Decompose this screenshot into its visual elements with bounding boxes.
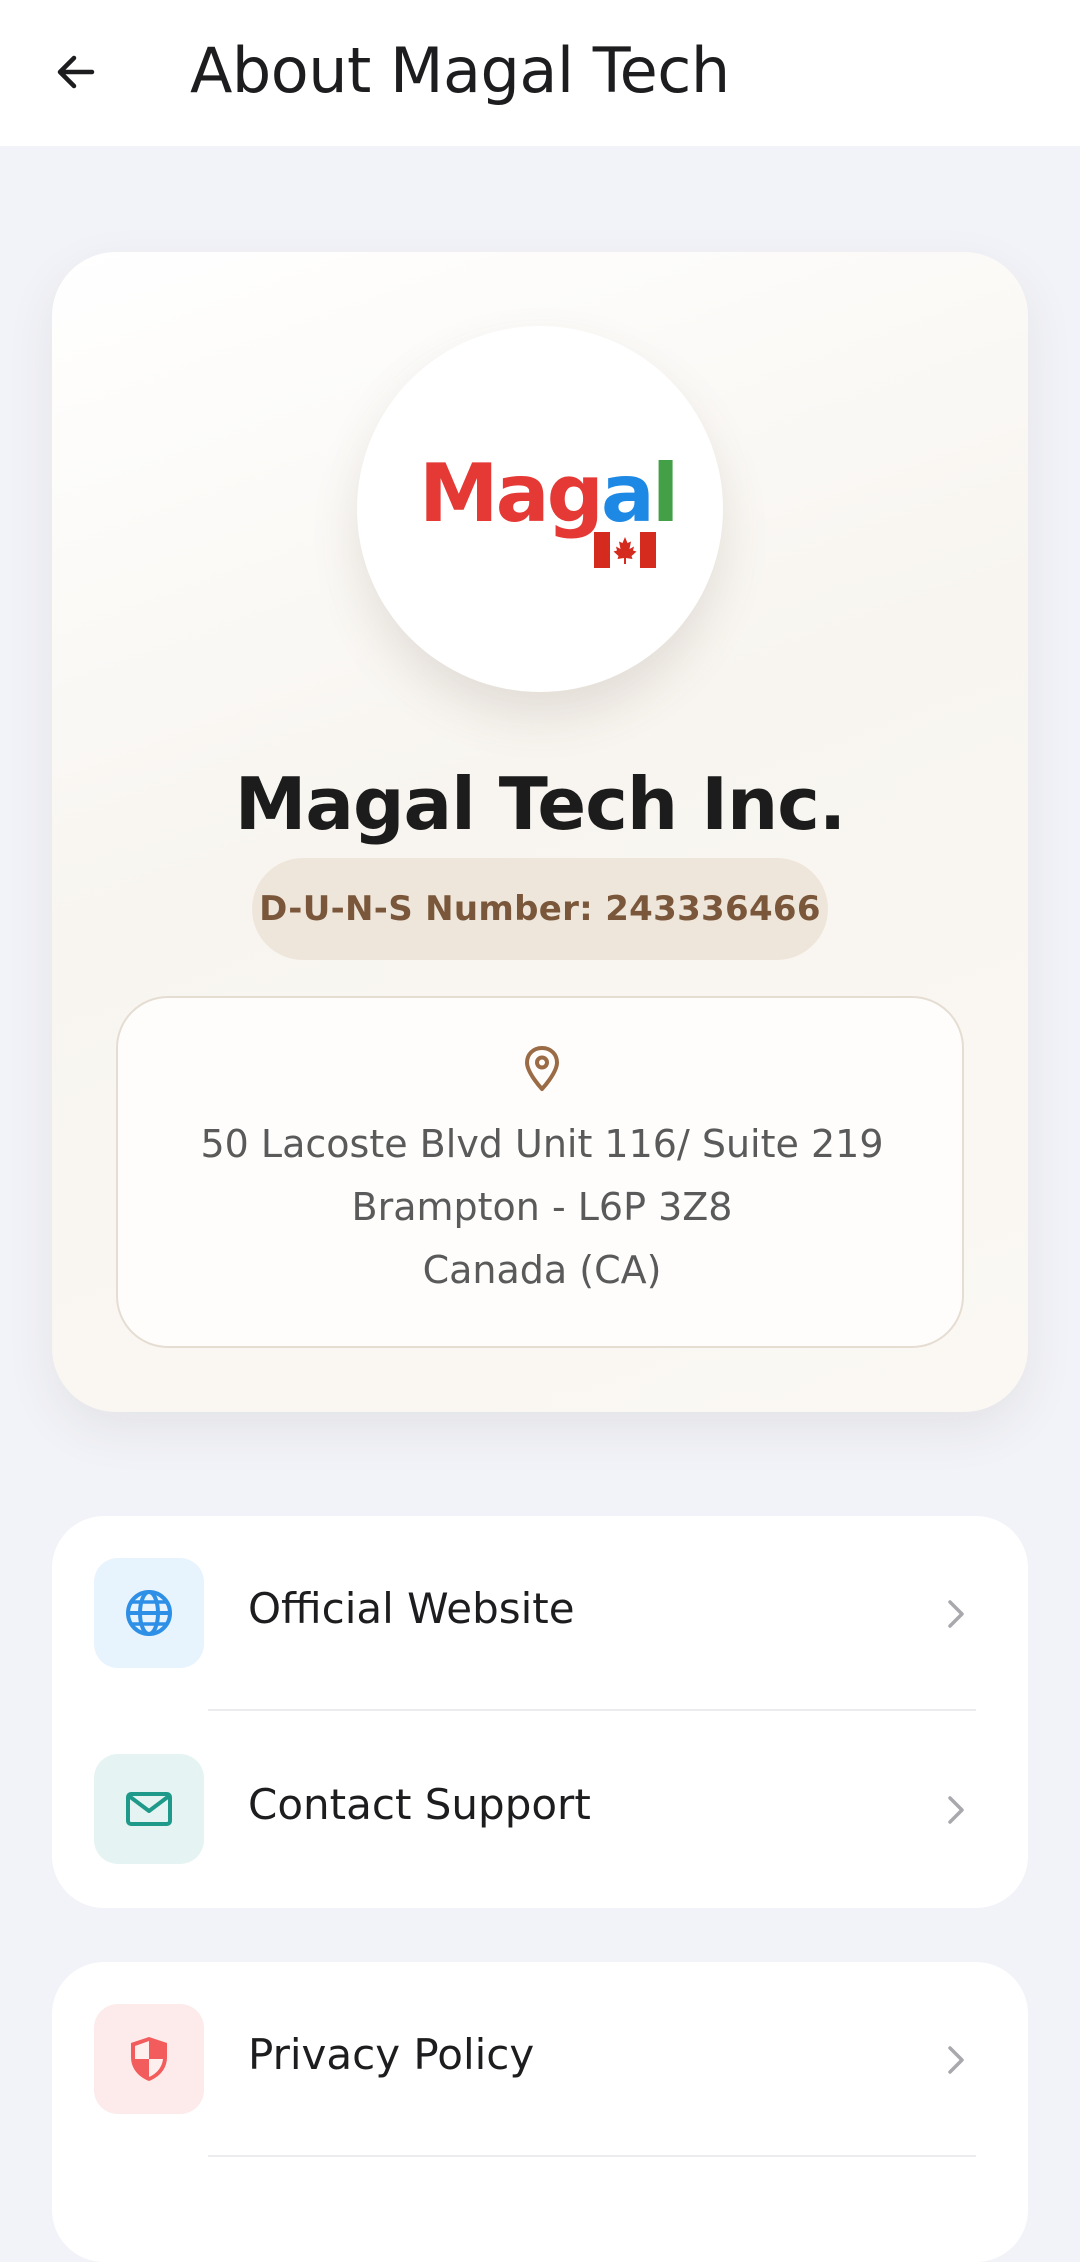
address-box: 50 Lacoste Blvd Unit 116/ Suite 219 Bram… (116, 996, 964, 1348)
privacy-policy-label: Privacy Policy (248, 2030, 535, 2079)
privacy-policy-row[interactable]: Privacy Policy (52, 1962, 1028, 2158)
canada-flag-icon (594, 532, 656, 568)
mail-icon (94, 1754, 204, 1864)
logo-letter: M (419, 447, 499, 540)
company-logo: Magal (357, 326, 723, 692)
app-bar: About Magal Tech (0, 0, 1080, 146)
links-card: Official Website Contact Support (52, 1516, 1028, 1908)
page-title: About Magal Tech (190, 34, 730, 107)
globe-icon (94, 1558, 204, 1668)
divider (208, 1709, 976, 1711)
back-button[interactable] (40, 36, 112, 108)
logo-wordmark: Magal (419, 454, 679, 534)
address-line-1: 50 Lacoste Blvd Unit 116/ Suite 219 (200, 1122, 884, 1166)
official-website-label: Official Website (248, 1584, 575, 1633)
address-line-2: Brampton - L6P 3Z8 (351, 1185, 733, 1229)
shield-icon (94, 2004, 204, 2114)
official-website-row[interactable]: Official Website (52, 1516, 1028, 1712)
logo-letter: g (546, 447, 604, 540)
contact-support-row[interactable]: Contact Support (52, 1712, 1028, 1908)
chevron-right-icon (948, 1600, 964, 1628)
logo-letter: a (495, 447, 550, 540)
divider (208, 2155, 976, 2157)
address-line-3: Canada (CA) (422, 1248, 662, 1292)
logo-letter: l (651, 447, 679, 540)
policies-card: Privacy Policy (52, 1962, 1028, 2262)
chevron-right-icon (948, 1796, 964, 1824)
company-profile-card: Magal Magal Tech Inc. D-U-N-S Number: 24… (52, 252, 1028, 1412)
company-name: Magal Tech Inc. (234, 762, 847, 846)
contact-support-label: Contact Support (248, 1780, 591, 1829)
arrow-left-icon (57, 55, 95, 89)
logo-letter: a (600, 447, 655, 540)
chevron-right-icon (948, 2046, 964, 2074)
duns-badge: D-U-N-S Number: 243336466 (252, 858, 828, 960)
location-pin-icon (525, 1046, 559, 1091)
